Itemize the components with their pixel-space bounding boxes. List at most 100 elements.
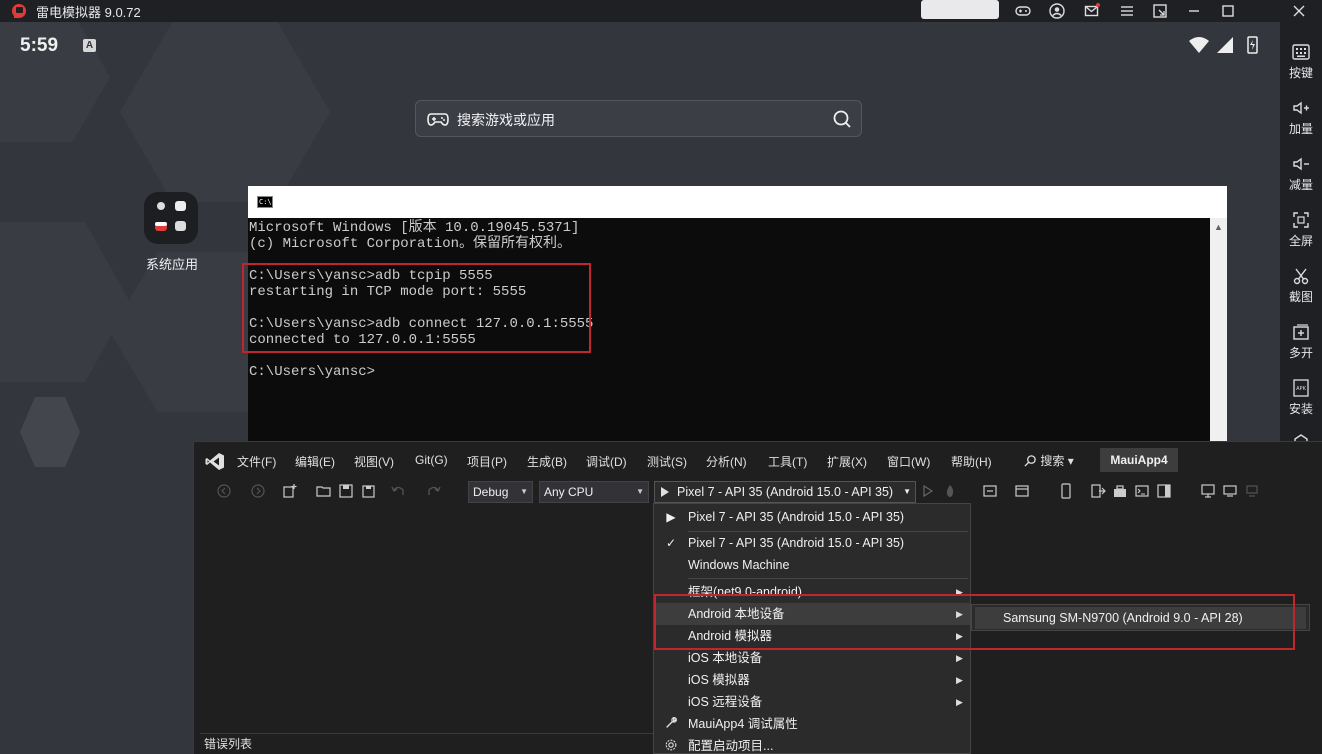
scroll-up-icon[interactable]: ▲ — [1214, 222, 1223, 232]
vs-search-button[interactable]: 搜索 ▾ — [1024, 452, 1074, 469]
dropdown-item-label: 配置启动项目... — [688, 739, 774, 753]
sidebar-label: 按键 — [1288, 66, 1313, 80]
screens-icon[interactable] — [1222, 483, 1238, 499]
visual-studio-logo-icon[interactable] — [205, 452, 225, 471]
system-apps-label: 系统应用 — [145, 257, 198, 272]
config-value: Debug — [473, 485, 509, 499]
dropdown-item-label: Pixel 7 - API 35 (Android 15.0 - API 35) — [688, 536, 905, 550]
error-list-tab[interactable]: 错误列表 — [200, 733, 658, 754]
search-icon[interactable] — [832, 109, 852, 129]
layout-icon[interactable] — [1014, 483, 1030, 499]
menu-help[interactable]: 帮助(H) — [951, 453, 992, 470]
start-without-debugging-icon[interactable] — [920, 483, 936, 499]
menu-test[interactable]: 测试(S) — [647, 453, 687, 470]
dropdown-item-ios-simulator[interactable]: iOS 模拟器 ▶ — [654, 669, 970, 691]
navigate-forward-icon[interactable] — [250, 483, 266, 499]
menu-debug[interactable]: 调试(D) — [586, 453, 627, 470]
undo-icon[interactable] — [390, 483, 406, 499]
sidebar-label: 安装 — [1288, 402, 1313, 416]
dropdown-item-pixel7[interactable]: ✓ Pixel 7 - API 35 (Android 15.0 - API 3… — [654, 532, 970, 554]
save-icon[interactable] — [338, 483, 354, 499]
menu-git[interactable]: Git(G) — [415, 453, 448, 467]
menu-extensions[interactable]: 扩展(X) — [827, 453, 867, 470]
dropdown-item-label: Pixel 7 - API 35 (Android 15.0 - API 35) — [688, 510, 905, 524]
menu-analyze[interactable]: 分析(N) — [706, 453, 747, 470]
gamepad-icon — [427, 113, 449, 126]
notification-badge: A — [83, 39, 96, 52]
pin-window-icon[interactable] — [1151, 2, 1169, 20]
close-icon[interactable] — [1290, 2, 1308, 20]
dropdown-item-label: iOS 模拟器 — [688, 673, 750, 687]
menu-file[interactable]: 文件(F) — [237, 453, 276, 470]
chevron-down-icon[interactable]: ▼ — [903, 482, 911, 502]
gamepad-icon[interactable] — [1014, 2, 1032, 20]
panel-icon[interactable] — [1156, 483, 1172, 499]
open-file-icon[interactable] — [316, 483, 332, 499]
dropdown-item-debug-properties[interactable]: MauiApp4 调试属性 — [654, 713, 970, 735]
emulator-titlebar: 雷电模拟器 9.0.72 — [0, 0, 1322, 22]
menu-project[interactable]: 项目(P) — [467, 453, 507, 470]
save-all-icon[interactable] — [360, 483, 376, 499]
dropdown-item-windows-machine[interactable]: Windows Machine — [654, 554, 970, 576]
solution-platform-select[interactable]: Any CPU ▼ — [539, 481, 649, 503]
navigate-back-icon[interactable] — [216, 483, 232, 499]
terminal-icon[interactable] — [1134, 483, 1150, 499]
maximize-icon[interactable] — [1219, 2, 1237, 20]
system-apps-icon — [155, 201, 186, 231]
minimize-icon[interactable] — [1185, 2, 1203, 20]
hot-reload-icon[interactable] — [942, 483, 958, 499]
sidebar-item-install-apk[interactable]: APK 安装 — [1280, 378, 1322, 417]
dropdown-item-ios-remote-device[interactable]: iOS 远程设备 ▶ — [654, 691, 970, 713]
dropdown-item-ios-local-device[interactable]: iOS 本地设备 ▶ — [654, 647, 970, 669]
menu-edit[interactable]: 编辑(E) — [295, 453, 335, 470]
sidebar-label: 减量 — [1288, 178, 1313, 192]
sidebar-item-volume-down[interactable]: 减量 — [1280, 154, 1322, 193]
sidebar-item-multi-instance[interactable]: 多开 — [1280, 322, 1322, 361]
console-scrollbar[interactable]: ▲ — [1210, 218, 1227, 446]
dropdown-item-label: iOS 远程设备 — [688, 695, 763, 709]
sidebar-label: 多开 — [1288, 346, 1313, 360]
sidebar-item-screenshot[interactable]: 截图 — [1280, 266, 1322, 305]
check-icon: ✓ — [665, 536, 677, 550]
chevron-down-icon: ▼ — [520, 487, 528, 496]
submenu-arrow-icon: ▶ — [956, 675, 963, 685]
cmd-icon: C:\ — [257, 196, 273, 208]
dropdown-item-label: MauiApp4 调试属性 — [688, 717, 798, 731]
new-project-icon[interactable] — [282, 483, 298, 499]
solution-configuration-select[interactable]: Debug ▼ — [468, 481, 533, 503]
background-hexagon — [0, 222, 130, 382]
dropdown-item-configure-startup[interactable]: 配置启动项目... — [654, 735, 970, 754]
network-icon[interactable] — [1244, 483, 1260, 499]
monitor-icon[interactable] — [1200, 483, 1216, 499]
device-icon[interactable] — [1058, 483, 1074, 499]
vs-menubar: 文件(F) 编辑(E) 视图(V) Git(G) 项目(P) 生成(B) 调试(… — [194, 442, 1322, 478]
user-icon[interactable] — [1048, 2, 1066, 20]
menu-build[interactable]: 生成(B) — [527, 453, 567, 470]
sidebar-item-volume-up[interactable]: 加量 — [1280, 98, 1322, 137]
menu-tools[interactable]: 工具(T) — [768, 453, 807, 470]
account-button[interactable] — [921, 0, 999, 19]
dropdown-item-run-pixel7[interactable]: ▶ Pixel 7 - API 35 (Android 15.0 - API 3… — [654, 506, 970, 528]
background-hexagon — [120, 22, 330, 202]
system-apps-folder[interactable] — [144, 192, 198, 244]
play-icon: ▶ — [666, 510, 676, 524]
console-line: Microsoft Windows [版本 10.0.19045.5371] — [249, 220, 580, 236]
menu-view[interactable]: 视图(V) — [354, 453, 394, 470]
fullscreen-icon — [1293, 212, 1309, 228]
menu-window[interactable]: 窗口(W) — [887, 453, 930, 470]
toolbox-icon[interactable] — [1112, 483, 1128, 499]
console-line: (c) Microsoft Corporation。保留所有权利。 — [249, 236, 572, 252]
wrench-icon — [663, 716, 679, 732]
sidebar-item-fullscreen[interactable]: 全屏 — [1280, 210, 1322, 249]
vs-search-label: 搜索 — [1040, 454, 1065, 468]
app-search-box[interactable]: 搜索游戏或应用 — [415, 100, 862, 137]
mail-icon[interactable] — [1083, 2, 1101, 20]
sidebar-item-keymap[interactable]: 按键 — [1280, 42, 1322, 81]
redo-icon[interactable] — [426, 483, 442, 499]
gear-icon — [663, 738, 679, 754]
run-target-button[interactable]: Pixel 7 - API 35 (Android 15.0 - API 35)… — [654, 481, 916, 503]
export-icon[interactable] — [1090, 483, 1106, 499]
menu-icon[interactable] — [1118, 2, 1136, 20]
browse-icon[interactable] — [982, 483, 998, 499]
dropdown-item-label: Windows Machine — [688, 558, 790, 572]
